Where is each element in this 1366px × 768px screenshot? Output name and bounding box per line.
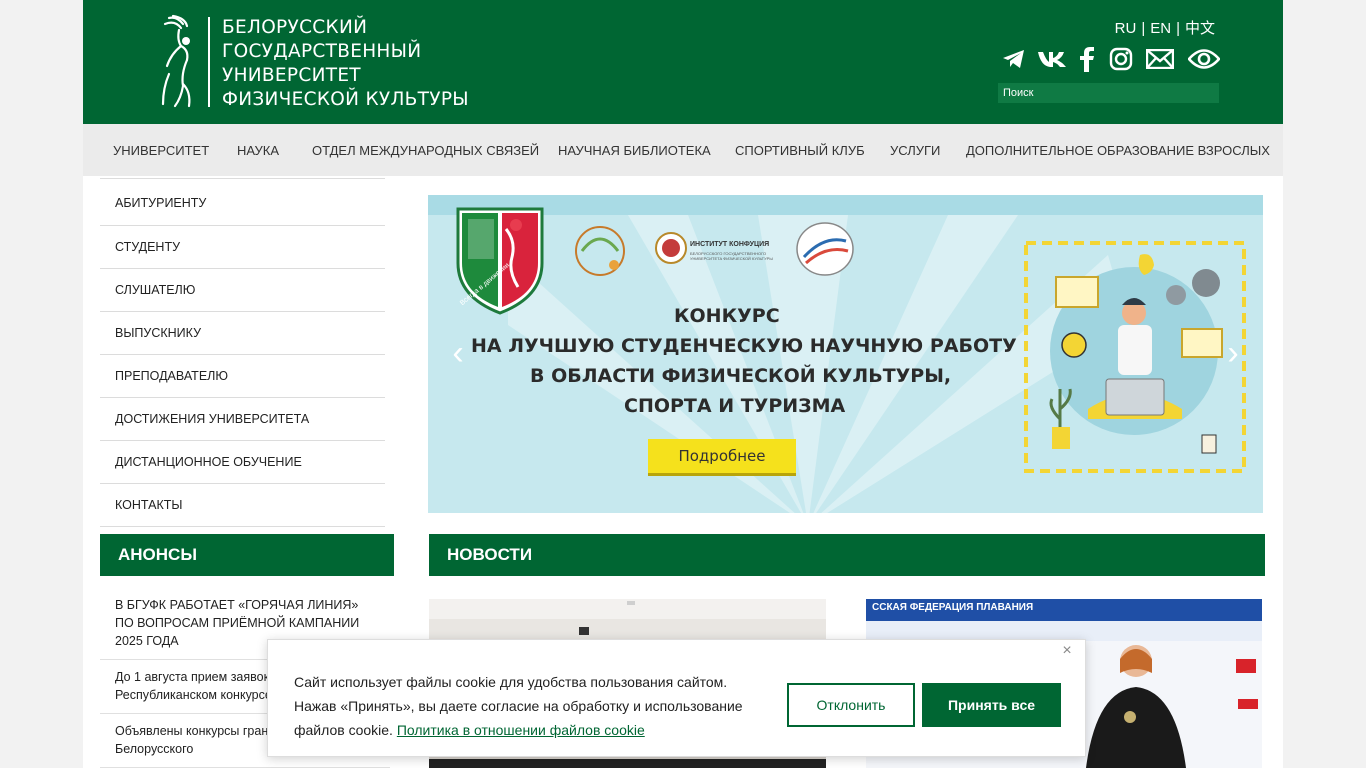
decline-button[interactable]: Отклонить <box>787 683 915 727</box>
mail-icon[interactable] <box>1145 44 1175 74</box>
nav-item-adult-education[interactable]: ДОПОЛНИТЕЛЬНОЕ ОБРАЗОВАНИЕ ВЗРОСЛЫХ <box>966 143 1270 158</box>
side-menu-item[interactable]: ВЫПУСКНИКУ <box>100 312 385 355</box>
social-links <box>999 44 1221 74</box>
anons-heading[interactable]: АНОНСЫ <box>100 534 394 576</box>
telegram-icon[interactable] <box>999 44 1029 74</box>
partner-caption: ИНСТИТУТ КОНФУЦИЯ <box>690 241 770 248</box>
logo-line: УНИВЕРСИТЕТ <box>222 65 361 86</box>
lang-en[interactable]: EN <box>1150 20 1171 37</box>
language-switcher: RU | EN | 中文 <box>1115 17 1215 38</box>
eye-icon[interactable] <box>1187 44 1221 74</box>
slide-more-button[interactable]: Подробнее <box>648 439 796 473</box>
nav-item-services[interactable]: УСЛУГИ <box>890 143 940 158</box>
side-menu: АБИТУРИЕНТУ СТУДЕНТУ СЛУШАТЕЛЮ ВЫПУСКНИК… <box>100 178 385 527</box>
university-name[interactable]: БЕЛОРУССКИЙ ГОСУДАРСТВЕННЫЙ УНИВЕРСИТЕТ … <box>222 16 469 112</box>
university-logo-icon[interactable] <box>159 14 199 110</box>
news-heading[interactable]: НОВОСТИ <box>429 534 1265 576</box>
nav-item-international[interactable]: ОТДЕЛ МЕЖДУНАРОДНЫХ СВЯЗЕЙ <box>312 143 539 158</box>
nav-item-sport-club[interactable]: СПОРТИВНЫЙ КЛУБ <box>735 143 865 158</box>
close-icon[interactable]: × <box>1057 641 1077 661</box>
lang-separator: | <box>1176 20 1180 37</box>
side-menu-item[interactable]: СЛУШАТЕЛЮ <box>100 269 385 312</box>
cookie-text: Сайт использует файлы cookie для удобств… <box>294 670 764 742</box>
partner-logo-icon <box>575 226 625 276</box>
search-input[interactable] <box>998 83 1219 103</box>
banner-slider[interactable]: Всегда в движении ИНСТИТУТ КОНФУЦИЯ БЕЛО… <box>428 195 1263 513</box>
facebook-icon[interactable] <box>1075 44 1099 74</box>
news-banner-text: ССКАЯ ФЕДЕРАЦИЯ ПЛАВАНИЯ <box>872 602 1034 613</box>
logo-line: ГОСУДАРСТВЕННЫЙ <box>222 41 422 62</box>
cookie-banner: × Сайт использует файлы cookie для удобс… <box>267 639 1086 757</box>
lang-zh[interactable]: 中文 <box>1185 20 1215 37</box>
student-illustration-icon <box>1024 241 1246 473</box>
side-menu-item[interactable]: ДОСТИЖЕНИЯ УНИВЕРСИТЕТА <box>100 398 385 441</box>
side-menu-item[interactable]: ПРЕПОДАВАТЕЛЮ <box>100 355 385 398</box>
vk-icon[interactable] <box>1036 44 1068 74</box>
partner-subcaption: БЕЛОРУССКОГО ГОСУДАРСТВЕННОГО УНИВЕРСИТЕ… <box>690 251 773 261</box>
accept-all-button[interactable]: Принять все <box>922 683 1061 727</box>
slider-prev-arrow[interactable]: ‹ <box>448 335 468 371</box>
confucius-institute-icon <box>655 232 687 264</box>
nav-item-science[interactable]: НАУКА <box>237 143 279 158</box>
slider-next-arrow[interactable]: › <box>1223 335 1243 371</box>
cookie-policy-link[interactable]: Политика в отношении файлов cookie <box>397 722 645 738</box>
logo-line: ФИЗИЧЕСКОЙ КУЛЬТУРЫ <box>222 89 469 110</box>
side-menu-item[interactable]: АБИТУРИЕНТУ <box>100 178 385 226</box>
side-menu-item[interactable]: ДИСТАНЦИОННОЕ ОБУЧЕНИЕ <box>100 441 385 484</box>
nav-item-library[interactable]: НАУЧНАЯ БИБЛИОТЕКА <box>558 143 711 158</box>
logo-separator <box>208 17 210 107</box>
lang-separator: | <box>1141 20 1146 37</box>
site-header: БЕЛОРУССКИЙ ГОСУДАРСТВЕННЫЙ УНИВЕРСИТЕТ … <box>83 0 1283 124</box>
nav-item-university[interactable]: УНИВЕРСИТЕТ <box>113 143 209 158</box>
sport-logo-icon <box>796 222 854 276</box>
instagram-icon[interactable] <box>1106 44 1136 74</box>
side-menu-item[interactable]: КОНТАКТЫ <box>100 484 385 527</box>
main-nav: УНИВЕРСИТЕТ НАУКА ОТДЕЛ МЕЖДУНАРОДНЫХ СВ… <box>83 124 1283 176</box>
side-menu-item[interactable]: СТУДЕНТУ <box>100 226 385 269</box>
logo-line: БЕЛОРУССКИЙ <box>222 17 368 38</box>
lang-ru[interactable]: RU <box>1115 20 1137 37</box>
